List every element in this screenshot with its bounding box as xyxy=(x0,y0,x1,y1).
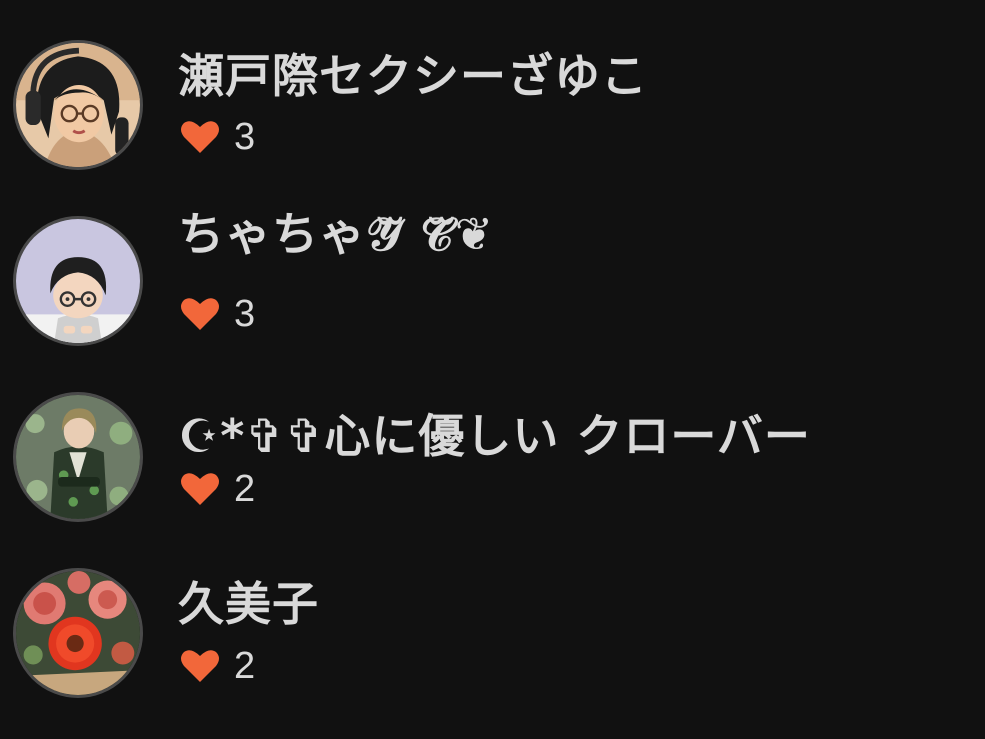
like-count-value: 3 xyxy=(234,293,256,335)
heart-icon xyxy=(180,296,220,332)
list-item[interactable]: 久美子 2 xyxy=(0,528,985,704)
like-count: 3 xyxy=(180,292,255,336)
like-count: 2 xyxy=(180,467,255,511)
woman-with-headphones-avatar xyxy=(16,43,140,167)
user-name[interactable]: ちゃちゃ𝒴ᷓ 𝒞ᷓ❦ xyxy=(178,206,494,262)
avatar[interactable] xyxy=(13,568,143,698)
avatar[interactable] xyxy=(13,216,143,346)
like-count-value: 3 xyxy=(234,116,256,158)
like-count: 3 xyxy=(180,115,255,159)
heart-icon xyxy=(180,119,220,155)
heart-icon xyxy=(180,648,220,684)
user-name[interactable]: ☪︎*✞✞心に優しい クローバー xyxy=(178,408,811,464)
user-name[interactable]: 久美子 xyxy=(178,576,319,632)
red-flowers-avatar xyxy=(16,571,140,695)
heart-icon xyxy=(180,471,220,507)
like-count-value: 2 xyxy=(234,468,256,510)
like-count: 2 xyxy=(180,644,255,688)
likes-user-list: 瀬戸際セクシーざゆこ 3 ちゃちゃ𝒴ᷓ 𝒞ᷓ❦ 3 ☪︎*✞✞心に優しい クロー… xyxy=(0,0,985,739)
boy-with-glasses-avatar xyxy=(16,219,140,343)
like-count-value: 2 xyxy=(234,645,256,687)
list-item[interactable]: ちゃちゃ𝒴ᷓ 𝒞ᷓ❦ 3 xyxy=(0,176,985,352)
list-item[interactable]: 瀬戸際セクシーざゆこ 3 xyxy=(0,0,985,176)
avatar[interactable] xyxy=(13,392,143,522)
avatar[interactable] xyxy=(13,40,143,170)
user-name[interactable]: 瀬戸際セクシーざゆこ xyxy=(178,48,648,104)
list-item[interactable]: ☪︎*✞✞心に優しい クローバー 2 xyxy=(0,352,985,528)
kimono-clover-avatar xyxy=(16,395,140,519)
